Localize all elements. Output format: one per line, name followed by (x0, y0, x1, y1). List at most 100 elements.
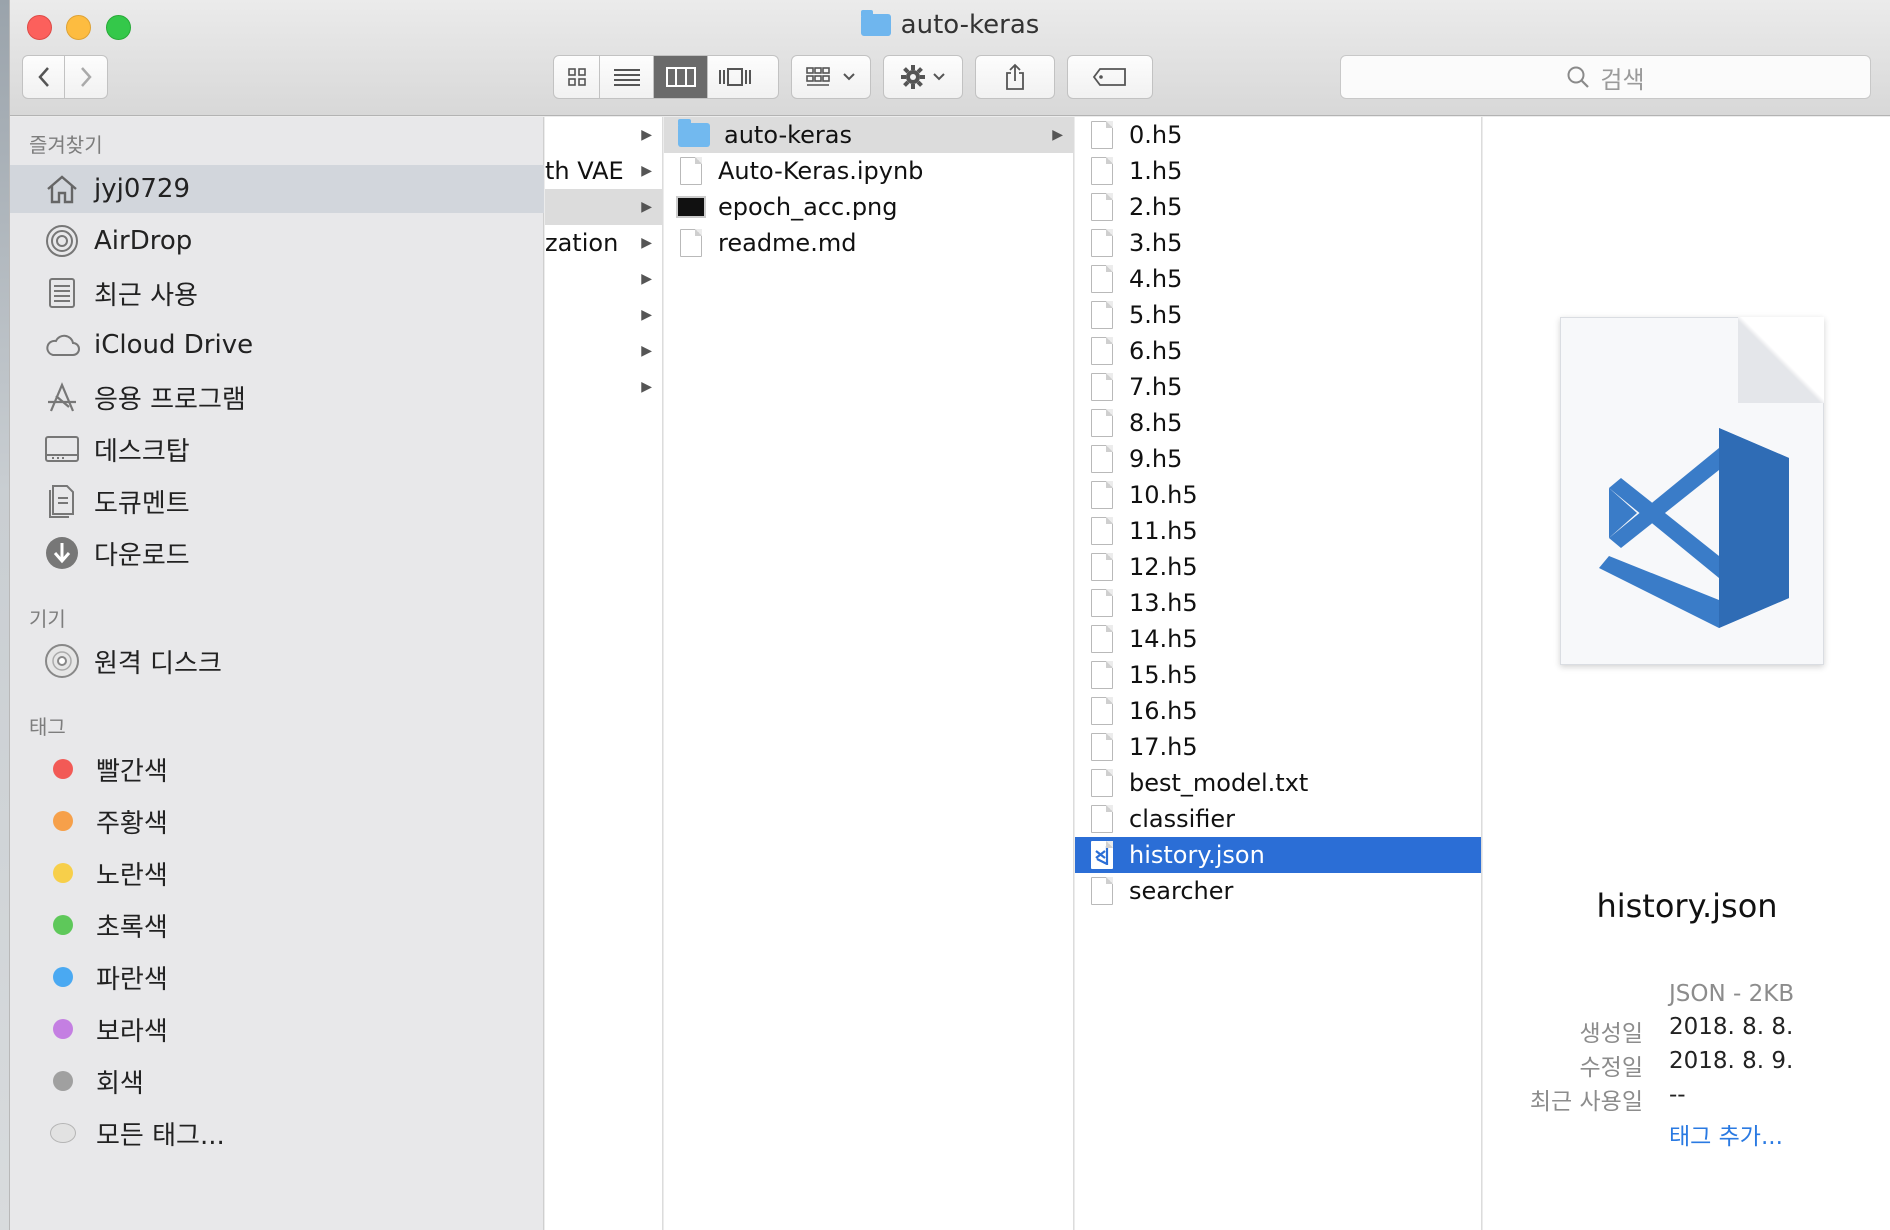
sidebar-item-icloud[interactable]: iCloud Drive (10, 321, 544, 369)
list-item-file[interactable]: 9.h5 (1075, 441, 1481, 477)
list-item-file[interactable]: 5.h5 (1075, 297, 1481, 333)
file-icon (1091, 517, 1113, 545)
back-button[interactable] (23, 56, 65, 98)
list-item-file[interactable]: Auto-Keras.ipynb (664, 153, 1073, 189)
sidebar-item-downloads[interactable]: 다운로드 (10, 529, 544, 577)
list-item-file[interactable]: 8.h5 (1075, 405, 1481, 441)
sidebar-tag-purple[interactable]: 보라색 (10, 1005, 544, 1053)
documents-icon (42, 481, 82, 521)
sidebar-item-airdrop[interactable]: AirDrop (10, 217, 544, 265)
list-item-file[interactable]: 3.h5 (1075, 225, 1481, 261)
list-item-file[interactable]: classifier (1075, 801, 1481, 837)
list-view-button[interactable] (600, 56, 654, 98)
sidebar-item-desktop[interactable]: 데스크탑 (10, 425, 544, 473)
list-item-file[interactable]: 12.h5 (1075, 549, 1481, 585)
sidebar-item-label: 빨간색 (96, 756, 168, 787)
gallery-view-button[interactable] (708, 56, 762, 98)
group-by-button[interactable] (791, 55, 871, 99)
applications-icon (42, 377, 82, 417)
yellow-tag-icon (53, 863, 73, 883)
coverflow-icon (719, 68, 751, 86)
sidebar-tag-red[interactable]: 빨간색 (10, 745, 544, 793)
list-item[interactable]: ▶ (545, 261, 662, 297)
list-item-file[interactable]: 1.h5 (1075, 153, 1481, 189)
list-item-folder[interactable]: auto-keras ▶ (664, 117, 1073, 153)
file-icon (1091, 265, 1113, 293)
vscode-logo-icon (1599, 428, 1789, 628)
icon-view-button[interactable] (554, 56, 600, 98)
sidebar: 즐겨찾기 jyj0729 AirDrop 최근 사용 iCloud Drive (10, 117, 544, 1230)
document-preview-icon (1560, 317, 1824, 665)
list-item-file[interactable]: 10.h5 (1075, 477, 1481, 513)
grid-icon (567, 68, 586, 86)
sidebar-item-label: 응용 프로그램 (94, 384, 246, 415)
file-icon (1091, 625, 1113, 653)
sidebar-tag-green[interactable]: 초록색 (10, 901, 544, 949)
list-item-file[interactable]: 11.h5 (1075, 513, 1481, 549)
share-button[interactable] (975, 55, 1055, 99)
add-tags-link[interactable]: 태그 추가... (1669, 1117, 1783, 1151)
preview-kind: JSON - 2KB (1669, 981, 1795, 1007)
list-item-file[interactable]: 16.h5 (1075, 693, 1481, 729)
sidebar-item-applications[interactable]: 응용 프로그램 (10, 373, 544, 421)
tag-icon (1092, 68, 1126, 86)
orange-tag-icon (53, 811, 73, 831)
column-project: auto-keras ▶ Auto-Keras.ipynb epoch_acc.… (664, 117, 1074, 1230)
sidebar-tag-orange[interactable]: 주황색 (10, 797, 544, 845)
file-icon (1091, 553, 1113, 581)
list-item-file[interactable]: best_model.txt (1075, 765, 1481, 801)
sidebar-item-remote-disc[interactable]: 원격 디스크 (10, 637, 544, 685)
list-item-file[interactable]: 0.h5 (1075, 117, 1481, 153)
action-menu-button[interactable] (883, 55, 963, 99)
list-item[interactable]: ▶ (545, 297, 662, 333)
sidebar-item-home[interactable]: jyj0729 (10, 165, 544, 213)
text-file-icon (1091, 769, 1113, 797)
list-item-file[interactable]: 13.h5 (1075, 585, 1481, 621)
file-icon (1091, 157, 1113, 185)
list-item-file[interactable]: 6.h5 (1075, 333, 1481, 369)
sidebar-item-label: 회색 (96, 1068, 144, 1099)
list-item[interactable]: zation ▶ (545, 225, 662, 261)
list-item[interactable]: ▶ (545, 369, 662, 405)
edit-tags-button[interactable] (1067, 55, 1153, 99)
list-item-file[interactable]: 7.h5 (1075, 369, 1481, 405)
sidebar-item-label: 원격 디스크 (94, 648, 222, 679)
sidebar-item-recents[interactable]: 최근 사용 (10, 269, 544, 317)
list-item[interactable]: ▶ (545, 333, 662, 369)
list-item[interactable]: th VAE ▶ (545, 153, 662, 189)
sidebar-item-label: 도큐멘트 (94, 488, 190, 519)
sidebar-all-tags[interactable]: 모든 태그... (10, 1109, 544, 1157)
sidebar-item-label: jyj0729 (94, 174, 191, 204)
sidebar-item-label: 파란색 (96, 964, 168, 995)
file-icon (1091, 121, 1113, 149)
sidebar-tag-blue[interactable]: 파란색 (10, 953, 544, 1001)
list-item-file[interactable]: searcher (1075, 873, 1481, 909)
list-item-file[interactable]: readme.md (664, 225, 1073, 261)
list-item-file[interactable]: 2.h5 (1075, 189, 1481, 225)
search-field[interactable]: 검색 (1340, 55, 1871, 99)
file-icon (1091, 193, 1113, 221)
sidebar-tag-yellow[interactable]: 노란색 (10, 849, 544, 897)
list-item[interactable]: ▶ (545, 117, 662, 153)
sidebar-item-documents[interactable]: 도큐멘트 (10, 477, 544, 525)
list-item-file[interactable]: 4.h5 (1075, 261, 1481, 297)
file-icon (680, 157, 702, 185)
sidebar-item-label: 최근 사용 (94, 280, 198, 311)
sidebar-item-label: iCloud Drive (94, 330, 254, 360)
list-item[interactable]: ▶ (545, 189, 662, 225)
vscode-file-icon (1091, 841, 1113, 869)
sidebar-item-label: 초록색 (96, 912, 168, 943)
list-item-file-selected[interactable]: history.json (1075, 837, 1481, 873)
page-fold (1738, 317, 1824, 403)
forward-button[interactable] (65, 56, 107, 98)
list-item-file[interactable]: epoch_acc.png (664, 189, 1073, 225)
view-mode-selector (553, 55, 779, 99)
preview-filename: history.json (1596, 887, 1778, 925)
column-view-button[interactable] (654, 56, 708, 98)
file-icon (1091, 373, 1113, 401)
chevron-down-icon (933, 73, 945, 81)
list-item-file[interactable]: 14.h5 (1075, 621, 1481, 657)
list-item-file[interactable]: 15.h5 (1075, 657, 1481, 693)
list-item-file[interactable]: 17.h5 (1075, 729, 1481, 765)
sidebar-tag-gray[interactable]: 회색 (10, 1057, 544, 1105)
